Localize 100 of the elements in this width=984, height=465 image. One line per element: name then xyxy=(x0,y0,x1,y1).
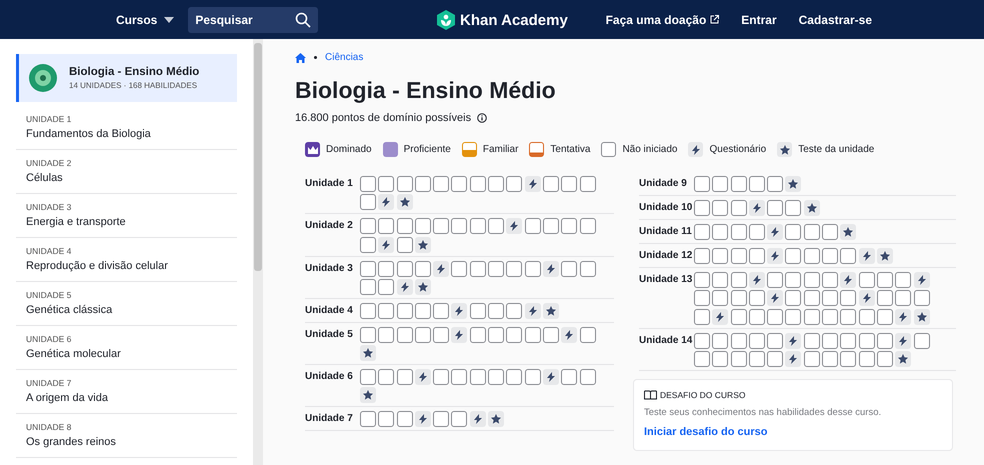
skill-square[interactable] xyxy=(488,176,504,192)
courses-menu[interactable]: Cursos xyxy=(116,8,174,30)
skill-square[interactable] xyxy=(561,218,578,234)
lightning-icon[interactable] xyxy=(414,411,431,428)
lightning-icon[interactable] xyxy=(470,411,486,428)
lightning-icon[interactable] xyxy=(895,332,912,349)
skill-square[interactable] xyxy=(840,350,856,367)
skill-square[interactable] xyxy=(542,218,559,234)
skill-square[interactable] xyxy=(822,332,838,349)
lightning-icon[interactable] xyxy=(858,290,875,306)
lightning-icon[interactable] xyxy=(748,272,765,288)
unit-link[interactable]: UNIDADE 6 Genética molecular xyxy=(16,326,237,370)
unit-link[interactable]: UNIDADE 3 Energia e transporte xyxy=(16,194,237,238)
lightning-icon[interactable] xyxy=(840,272,856,288)
lightning-icon[interactable] xyxy=(767,224,784,240)
skill-square[interactable] xyxy=(804,224,820,240)
skill-square[interactable] xyxy=(694,350,710,367)
lightning-icon[interactable] xyxy=(914,272,930,288)
skill-square[interactable] xyxy=(822,350,838,367)
skill-square[interactable] xyxy=(396,326,413,343)
skill-square[interactable] xyxy=(470,260,486,277)
course-card[interactable]: Biologia - Ensino Médio 14 UNIDADES · 168 HABILIDADES xyxy=(16,54,237,102)
skill-square[interactable] xyxy=(580,218,596,234)
skill-square[interactable] xyxy=(506,326,522,343)
skill-square[interactable] xyxy=(360,302,376,319)
signup-link[interactable]: Cadastrar-se xyxy=(798,12,872,26)
skill-square[interactable] xyxy=(414,326,431,343)
unit-link[interactable]: UNIDADE 7 A origem da vida xyxy=(16,370,237,414)
skill-square[interactable] xyxy=(360,278,376,295)
skill-square[interactable] xyxy=(694,200,710,216)
lightning-icon[interactable] xyxy=(542,260,559,277)
skill-square[interactable] xyxy=(694,332,710,349)
skill-square[interactable] xyxy=(712,332,728,349)
skill-square[interactable] xyxy=(580,176,596,192)
unit-link[interactable]: UNIDADE 1 Fundamentos da Biologia xyxy=(16,106,237,150)
skill-square[interactable] xyxy=(488,302,504,319)
skill-square[interactable] xyxy=(858,350,875,367)
skill-square[interactable] xyxy=(694,176,710,192)
skill-square[interactable] xyxy=(804,272,820,288)
skill-square[interactable] xyxy=(804,248,820,264)
lightning-icon[interactable] xyxy=(712,308,728,325)
skill-square[interactable] xyxy=(433,176,450,192)
lightning-icon[interactable] xyxy=(785,332,802,349)
skill-square[interactable] xyxy=(840,332,856,349)
lightning-icon[interactable] xyxy=(451,326,468,343)
skill-square[interactable] xyxy=(712,350,728,367)
skill-square[interactable] xyxy=(804,290,820,306)
skill-square[interactable] xyxy=(506,369,522,386)
lightning-icon[interactable] xyxy=(378,194,394,210)
star-icon[interactable] xyxy=(488,411,504,428)
star-icon[interactable] xyxy=(785,176,802,192)
skill-square[interactable] xyxy=(712,224,728,240)
skill-square[interactable] xyxy=(488,260,504,277)
lightning-icon[interactable] xyxy=(767,290,784,306)
lightning-icon[interactable] xyxy=(378,236,394,253)
skill-square[interactable] xyxy=(488,326,504,343)
star-icon[interactable] xyxy=(804,200,820,216)
skill-square[interactable] xyxy=(360,411,376,428)
lightning-icon[interactable] xyxy=(748,200,765,216)
skill-square[interactable] xyxy=(470,369,486,386)
home-icon[interactable] xyxy=(295,52,306,62)
lightning-icon[interactable] xyxy=(433,260,450,277)
lightning-icon[interactable] xyxy=(524,302,541,319)
start-challenge-link[interactable]: Iniciar desafio do curso xyxy=(644,426,942,438)
skill-square[interactable] xyxy=(451,369,468,386)
lightning-icon[interactable] xyxy=(414,369,431,386)
skill-square[interactable] xyxy=(712,248,728,264)
skill-square[interactable] xyxy=(378,411,394,428)
login-link[interactable]: Entrar xyxy=(741,12,777,26)
skill-square[interactable] xyxy=(451,176,468,192)
lightning-icon[interactable] xyxy=(785,350,802,367)
skill-square[interactable] xyxy=(712,272,728,288)
skill-square[interactable] xyxy=(730,176,747,192)
breadcrumb-link[interactable]: Ciências xyxy=(325,52,364,63)
scrollbar[interactable] xyxy=(253,39,263,465)
skill-square[interactable] xyxy=(694,224,710,240)
skill-square[interactable] xyxy=(748,332,765,349)
skill-square[interactable] xyxy=(396,302,413,319)
unit-link[interactable]: UNIDADE 2 Células xyxy=(16,150,237,194)
skill-square[interactable] xyxy=(748,176,765,192)
lightning-icon[interactable] xyxy=(524,176,541,192)
skill-square[interactable] xyxy=(414,302,431,319)
skill-square[interactable] xyxy=(524,326,541,343)
skill-square[interactable] xyxy=(712,200,728,216)
skill-square[interactable] xyxy=(580,369,596,386)
skill-square[interactable] xyxy=(694,272,710,288)
skill-square[interactable] xyxy=(506,260,522,277)
skill-square[interactable] xyxy=(470,176,486,192)
skill-square[interactable] xyxy=(470,218,486,234)
skill-square[interactable] xyxy=(730,248,747,264)
skill-square[interactable] xyxy=(804,308,820,325)
lightning-icon[interactable] xyxy=(542,369,559,386)
lightning-icon[interactable] xyxy=(506,218,522,234)
skill-square[interactable] xyxy=(360,260,376,277)
skill-square[interactable] xyxy=(694,248,710,264)
lightning-icon[interactable] xyxy=(767,248,784,264)
skill-square[interactable] xyxy=(822,248,838,264)
lightning-icon[interactable] xyxy=(858,248,875,264)
lightning-icon[interactable] xyxy=(895,308,912,325)
star-icon[interactable] xyxy=(876,248,893,264)
